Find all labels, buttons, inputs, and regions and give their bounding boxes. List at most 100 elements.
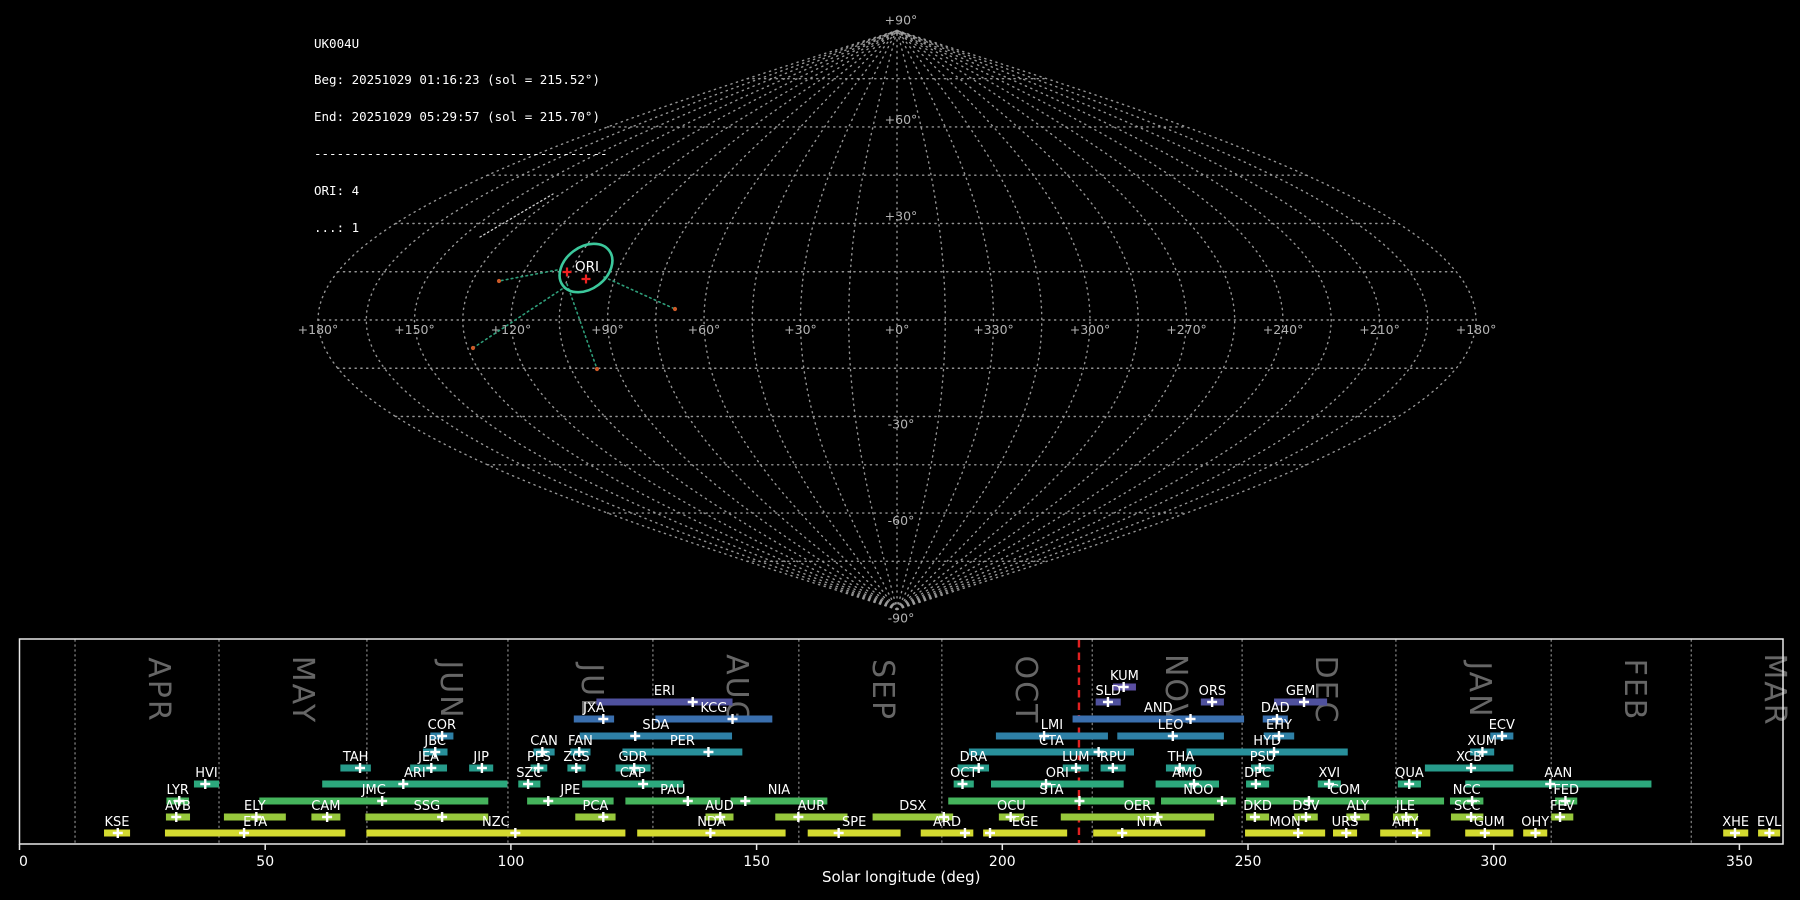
- shower-label-KUM: KUM: [1110, 669, 1139, 684]
- shower-bar-MON: [1245, 829, 1326, 837]
- map-longitude-label: +330°: [973, 322, 1014, 337]
- shower-label-GDR: GDR: [618, 750, 647, 765]
- shower-bar-AUR: [775, 813, 848, 821]
- map-longitude-label: +60°: [688, 322, 721, 337]
- map-longitude-label: +180°: [298, 322, 339, 337]
- shower-label-NZC: NZC: [482, 815, 510, 830]
- month-label: FEB: [1617, 659, 1652, 722]
- shower-label-ARD: ARD: [933, 815, 961, 830]
- radiant-meteor-marker: [562, 267, 572, 277]
- shower-label-PCA: PCA: [583, 799, 609, 814]
- shower-label-SDA: SDA: [642, 718, 669, 733]
- shower-count-ori: ORI: 4: [314, 183, 360, 199]
- shower-label-KSE: KSE: [105, 815, 130, 830]
- map-latitude-label: +90°: [885, 12, 918, 27]
- shower-label-DKD: DKD: [1243, 799, 1272, 814]
- shower-label-XVI: XVI: [1319, 766, 1341, 781]
- shower-label-SPE: SPE: [842, 815, 866, 830]
- shower-bar-JMC: [259, 797, 489, 805]
- observation-info-block: UK004U Beg: 20251029 01:16:23 (sol = 215…: [314, 13, 608, 259]
- map-longitude-label: +90°: [591, 322, 624, 337]
- shower-label-AMO: AMO: [1172, 766, 1202, 781]
- shower-label-DAD: DAD: [1261, 701, 1290, 716]
- shower-label-JPE: JPE: [559, 783, 580, 798]
- begin-time-line: Beg: 20251029 01:16:23 (sol = 215.52°): [314, 72, 600, 88]
- shower-label-COR: COR: [428, 718, 456, 733]
- shower-bar-AHY: [1380, 829, 1431, 837]
- shower-label-JBC: JBC: [423, 734, 446, 749]
- shower-label-OCT: OCT: [950, 766, 977, 781]
- shower-label-ECV: ECV: [1489, 718, 1515, 733]
- shower-label-JIP: JIP: [472, 750, 489, 765]
- shower-label-NIA: NIA: [768, 783, 791, 798]
- shower-label-KCG: KCG: [700, 701, 727, 716]
- meteor-trail-endpoint: [672, 306, 678, 312]
- shower-label-DPC: DPC: [1244, 766, 1271, 781]
- shower-bar-SPE: [807, 829, 901, 837]
- shower-label-NTA: NTA: [1136, 815, 1162, 830]
- shower-label-HVI: HVI: [195, 766, 218, 781]
- month-label: SEP: [865, 659, 900, 721]
- shower-label-OHY: OHY: [1521, 815, 1549, 830]
- month-label: APR: [141, 657, 176, 722]
- meteor-trail-endpoint: [594, 366, 600, 372]
- meteor-trail-endpoint: [470, 345, 476, 351]
- shower-label-LUM: LUM: [1062, 750, 1089, 765]
- radiant-meteor-marker: [581, 274, 591, 284]
- shower-label-NDA: NDA: [697, 815, 726, 830]
- shower-label-XUM: XUM: [1467, 734, 1497, 749]
- radiant-code-label: ORI: [575, 259, 599, 275]
- shower-label-FEV: FEV: [1550, 799, 1575, 814]
- shower-label-GEM: GEM: [1286, 684, 1316, 699]
- shower-label-PPS: PPS: [527, 750, 551, 765]
- x-axis-tick-label: 100: [498, 854, 525, 870]
- shower-label-CAM: CAM: [311, 799, 340, 814]
- shower-label-AHY: AHY: [1392, 815, 1419, 830]
- x-axis-tick-label: 0: [19, 854, 28, 870]
- map-latitude-label: -90°: [888, 611, 915, 626]
- shower-bar-NZC: [366, 829, 626, 837]
- station-id: UK004U: [314, 35, 360, 51]
- month-label: JAN: [1462, 659, 1497, 718]
- map-longitude-label: +240°: [1263, 322, 1304, 337]
- shower-label-GUM: GUM: [1474, 815, 1505, 830]
- shower-bar-SSG: [365, 813, 489, 821]
- shower-label-ERI: ERI: [654, 684, 675, 699]
- screenshot-root: +180° +150° +120° +90° +60° +30° +0° +330° +300°…: [0, 0, 1800, 900]
- x-axis-tick-label: 300: [1480, 854, 1507, 870]
- map-longitude-label: +150°: [394, 322, 435, 337]
- shower-bar-ARI: [322, 780, 508, 788]
- shower-label-SSG: SSG: [414, 799, 441, 814]
- shower-label-ZCS: ZCS: [563, 750, 589, 765]
- map-longitude-label: +270°: [1166, 322, 1207, 337]
- shower-label-LEO: LEO: [1158, 718, 1184, 733]
- shower-label-LMI: LMI: [1041, 718, 1063, 733]
- month-label: OCT: [1008, 656, 1043, 725]
- shower-label-AAN: AAN: [1544, 766, 1572, 781]
- shower-label-NCC: NCC: [1453, 783, 1481, 798]
- shower-label-SLD: SLD: [1095, 684, 1121, 699]
- shower-label-CAP: CAP: [620, 766, 646, 781]
- map-latitude-label: -60°: [888, 513, 915, 528]
- shower-label-JLE: JLE: [1395, 799, 1415, 814]
- shower-label-EGE: EGE: [1012, 815, 1039, 830]
- shower-label-DRA: DRA: [960, 750, 988, 765]
- shower-label-CTA: CTA: [1039, 734, 1064, 749]
- meteor-trail: [472, 288, 563, 349]
- meteor-trail: [603, 276, 676, 310]
- map-latitude-label: -30°: [888, 417, 915, 432]
- shower-label-AND: AND: [1144, 701, 1173, 716]
- shower-label-RPU: RPU: [1100, 750, 1126, 765]
- shower-label-ORI: ORI: [1046, 766, 1069, 781]
- shower-label-ORS: ORS: [1199, 684, 1227, 699]
- shower-label-ETA: ETA: [243, 815, 267, 830]
- shower-label-THA: THA: [1167, 750, 1195, 765]
- meteor-trail-endpoint: [496, 278, 502, 284]
- shower-bar-NTA: [1093, 829, 1206, 837]
- shower-label-LYR: LYR: [166, 783, 189, 798]
- shower-label-OCU: OCU: [997, 799, 1026, 814]
- shower-label-FAN: FAN: [568, 734, 593, 749]
- shower-label-URS: URS: [1332, 815, 1359, 830]
- shower-label-NOO: NOO: [1183, 783, 1213, 798]
- shower-label-JMC: JMC: [361, 783, 386, 798]
